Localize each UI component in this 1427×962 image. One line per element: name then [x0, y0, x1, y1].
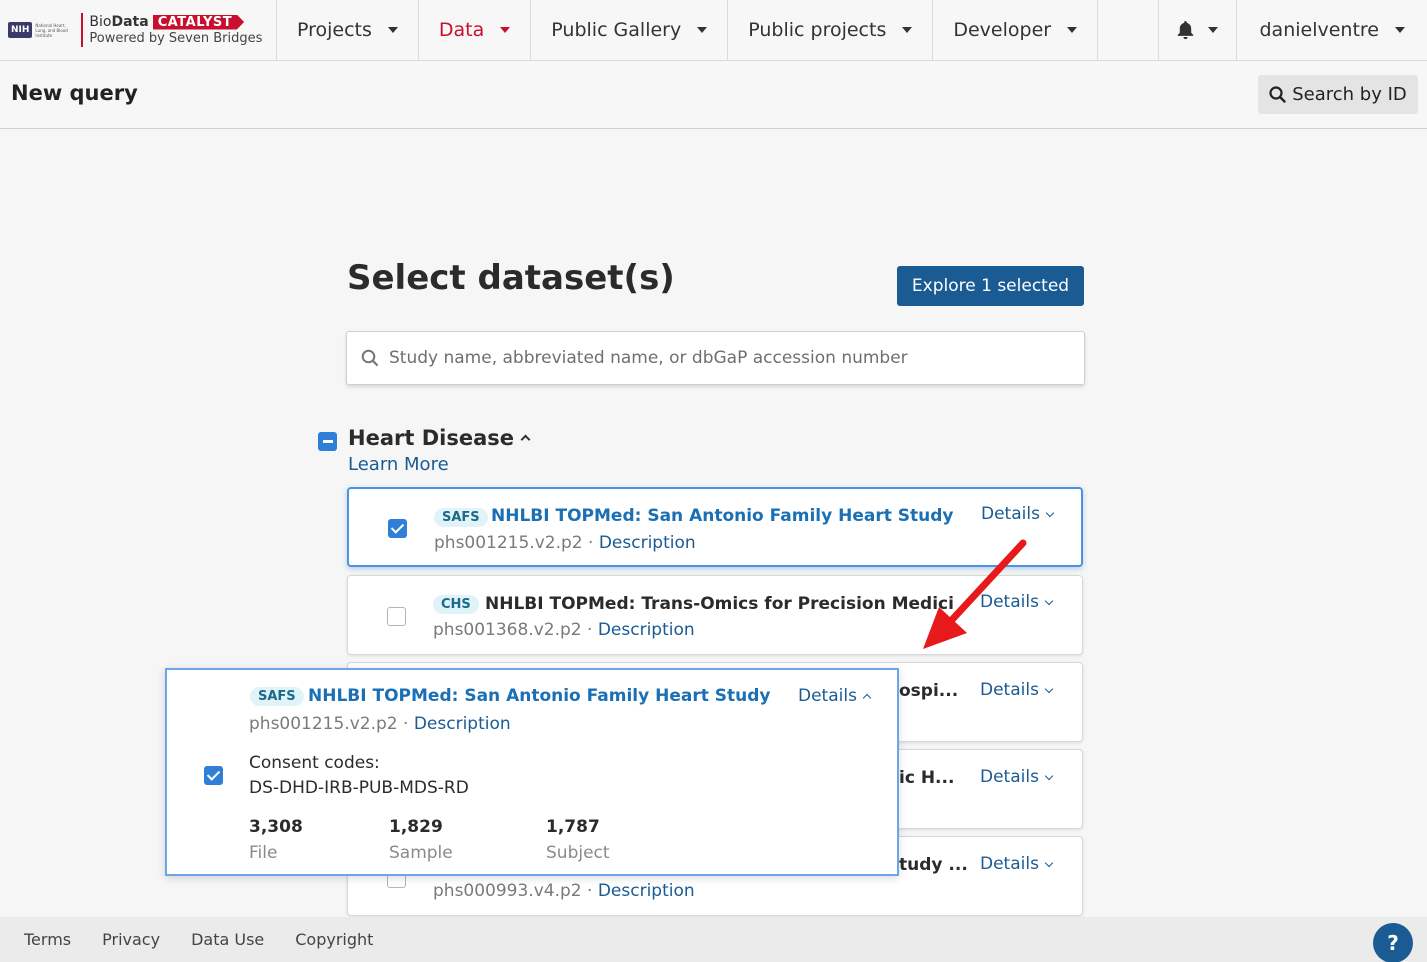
study-details-panel: SAFS NHLBI TOPMed: San Antonio Family He…: [165, 668, 899, 876]
study-accession: phs001368.v2.p2 · Description: [433, 620, 695, 640]
study-name-link[interactable]: NHLBI TOPMed: San Antonio Family Heart S…: [308, 686, 778, 706]
chevron-down-icon: [1045, 508, 1055, 518]
search-by-id-button[interactable]: Search by ID: [1258, 75, 1418, 114]
study-name-truncated[interactable]: ospi...: [899, 681, 958, 701]
chevron-down-icon: [1044, 596, 1054, 606]
footer-data-use-link[interactable]: Data Use: [191, 930, 264, 949]
study-name-truncated[interactable]: ic H...: [899, 768, 954, 788]
sample-count: 1,829: [389, 817, 443, 837]
caret-down-icon: [1208, 27, 1219, 33]
search-icon: [361, 349, 379, 367]
study-accession: phs001215.v2.p2 · Description: [249, 714, 511, 734]
nav-public-projects[interactable]: Public projects: [728, 0, 934, 60]
chevron-down-icon: [1044, 684, 1054, 694]
caret-down-icon: [1067, 27, 1078, 33]
study-search-box[interactable]: [346, 331, 1085, 385]
study-name-truncated[interactable]: tudy ...: [899, 855, 968, 875]
study-accession: phs000993.v4.p2 · Description: [433, 881, 695, 901]
file-count: 3,308: [249, 817, 303, 837]
details-toggle[interactable]: Details: [980, 767, 1054, 787]
explore-selected-button[interactable]: Explore 1 selected: [897, 266, 1084, 306]
bell-icon: [1178, 20, 1194, 39]
footer: Terms Privacy Data Use Copyright: [0, 917, 1427, 962]
file-label: File: [249, 843, 278, 863]
category-title[interactable]: Heart Disease: [348, 426, 531, 450]
nav-projects[interactable]: Projects: [277, 0, 419, 60]
study-accession: phs001215.v2.p2 · Description: [434, 533, 696, 553]
subject-count: 1,787: [546, 817, 600, 837]
description-link[interactable]: Description: [414, 714, 511, 734]
nih-institute-text: National Heart, Lung, and Blood Institut…: [35, 22, 68, 38]
footer-privacy-link[interactable]: Privacy: [102, 930, 160, 949]
caret-down-icon: [500, 27, 511, 33]
top-navbar: NIH National Heart, Lung, and Blood Inst…: [0, 0, 1427, 61]
nih-badge: NIH: [8, 22, 33, 38]
study-abbr-badge: SAFS: [250, 687, 304, 706]
page-header: New query Search by ID: [0, 61, 1427, 129]
study-abbr-badge: SAFS: [434, 508, 488, 527]
learn-more-link[interactable]: Learn More: [348, 454, 449, 475]
study-checkbox[interactable]: [387, 607, 406, 626]
study-name[interactable]: NHLBI TOPMed: Trans-Omics for Precision …: [485, 594, 955, 614]
subject-label: Subject: [546, 843, 610, 863]
study-checkbox[interactable]: [388, 519, 407, 538]
nav-developer[interactable]: Developer: [933, 0, 1099, 60]
caret-down-icon: [387, 27, 398, 33]
description-link[interactable]: Description: [598, 881, 695, 901]
study-abbr-badge: CHS: [433, 595, 479, 614]
details-toggle[interactable]: Details: [981, 504, 1055, 524]
search-icon: [1269, 86, 1286, 103]
username: danielventre: [1259, 19, 1379, 41]
powered-by: Powered by Seven Bridges: [89, 30, 263, 46]
description-link[interactable]: Description: [598, 620, 695, 640]
red-arrow-annotation-icon: [923, 539, 1027, 649]
caret-down-icon: [902, 27, 913, 33]
caret-down-icon: [1395, 27, 1405, 33]
help-button[interactable]: ?: [1373, 923, 1413, 962]
biodata-light: Bio: [89, 13, 112, 30]
nav-data[interactable]: Data: [419, 0, 532, 60]
category-checkbox-indeterminate[interactable]: [318, 432, 337, 451]
details-toggle[interactable]: Details: [980, 680, 1054, 700]
chevron-up-icon: [520, 434, 531, 445]
description-link[interactable]: Description: [599, 533, 696, 553]
brand-logo[interactable]: NIH National Heart, Lung, and Blood Inst…: [0, 0, 277, 60]
catalyst-badge: CATALYST: [152, 14, 245, 30]
chevron-down-icon: [1044, 858, 1054, 868]
footer-terms-link[interactable]: Terms: [24, 930, 71, 949]
details-toggle[interactable]: Details: [980, 854, 1054, 874]
consent-checkbox[interactable]: [204, 766, 223, 785]
details-toggle[interactable]: Details: [798, 686, 872, 706]
brand-divider: [81, 13, 84, 47]
consent-codes-label: Consent codes:: [249, 753, 380, 773]
nih-logo: NIH National Heart, Lung, and Blood Inst…: [8, 20, 77, 40]
biodata-bold: Data: [111, 13, 149, 30]
user-menu[interactable]: danielventre: [1237, 0, 1427, 60]
chevron-down-icon: [1044, 771, 1054, 781]
biodata-catalyst-logo: BioData CATALYST Powered by Seven Bridges: [89, 14, 262, 47]
select-datasets-title: Select dataset(s): [347, 258, 675, 298]
study-name-link[interactable]: NHLBI TOPMed: San Antonio Family Heart S…: [491, 506, 961, 526]
notifications-menu[interactable]: [1159, 0, 1238, 60]
page-title: New query: [11, 81, 138, 105]
consent-code-value: DS-DHD-IRB-PUB-MDS-RD: [249, 778, 469, 798]
footer-copyright-link[interactable]: Copyright: [295, 930, 373, 949]
chevron-up-icon: [862, 693, 872, 703]
sample-label: Sample: [389, 843, 453, 863]
caret-down-icon: [697, 27, 708, 33]
study-search-input[interactable]: [389, 348, 1049, 368]
nav-public-gallery[interactable]: Public Gallery: [531, 0, 729, 60]
